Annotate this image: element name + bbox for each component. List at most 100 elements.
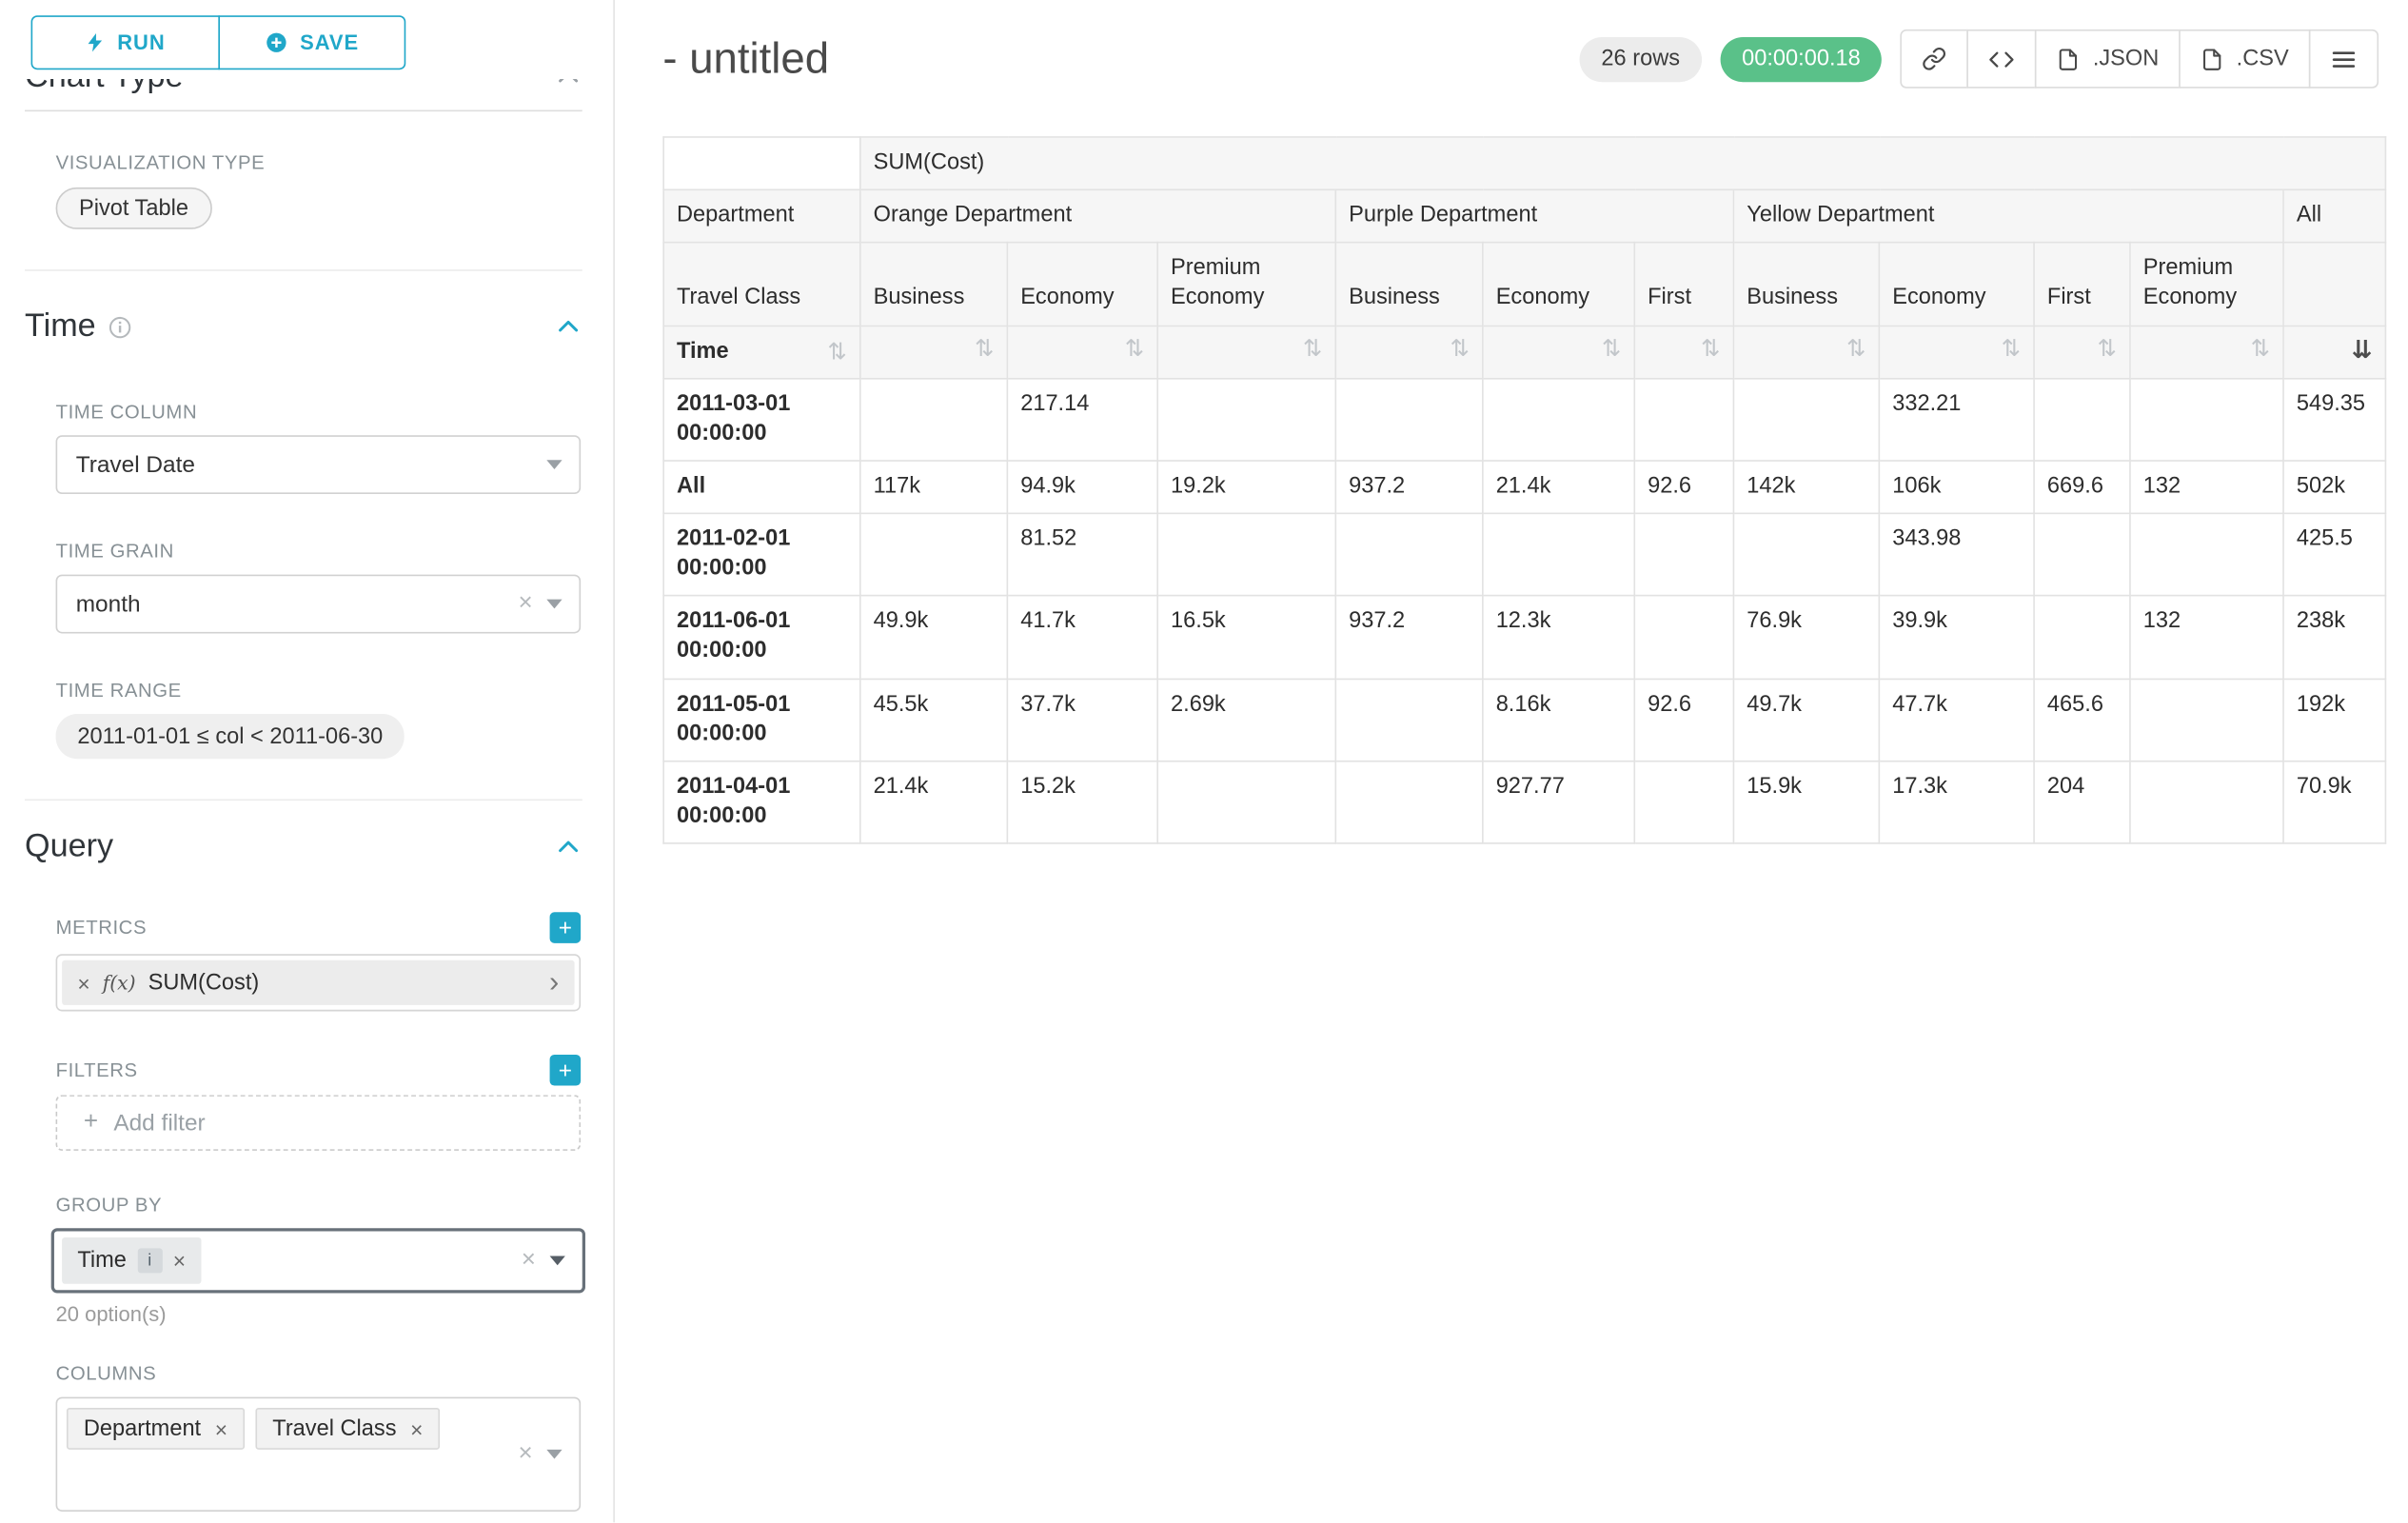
- pivot-time-sort-header[interactable]: Time ⇅: [663, 326, 860, 379]
- query-section-heading[interactable]: Query: [25, 828, 582, 865]
- group-by-chip[interactable]: Time i ×: [62, 1237, 201, 1284]
- sort-toggle-icon[interactable]: ⇅: [1846, 337, 1865, 360]
- chevron-up-icon[interactable]: [554, 833, 582, 860]
- columns-chip[interactable]: Department ×: [67, 1408, 245, 1450]
- sort-toggle-icon[interactable]: ⇅: [1303, 337, 1322, 360]
- pivot-column-sort-header[interactable]: ⇅: [1483, 326, 1634, 379]
- more-options-button[interactable]: [2309, 30, 2378, 89]
- sort-toggle-icon[interactable]: ⇅: [1602, 337, 1621, 360]
- pivot-value-cell: 49.9k: [860, 596, 1008, 679]
- pivot-column-sort-header[interactable]: ⇅: [1007, 326, 1157, 379]
- chevron-up-icon[interactable]: [554, 313, 582, 341]
- sort-toggle-icon[interactable]: ⇅: [2002, 337, 2021, 360]
- export-csv-button[interactable]: .CSV: [2179, 30, 2310, 89]
- pivot-row-header: 2011-05-01 00:00:00: [663, 679, 860, 762]
- remove-chip-icon[interactable]: ×: [410, 1418, 423, 1440]
- pivot-data-row: All117k94.9k19.2k937.221.4k92.6142k106k6…: [663, 461, 2385, 514]
- export-json-button[interactable]: .JSON: [2036, 30, 2181, 89]
- chevron-down-icon[interactable]: [550, 1256, 565, 1266]
- pivot-value-cell: 669.6: [2034, 461, 2130, 514]
- query-heading-label: Query: [25, 828, 113, 865]
- metrics-control[interactable]: × f(x) SUM(Cost) ›: [56, 954, 582, 1011]
- sort-toggle-icon[interactable]: ⇅: [2098, 337, 2117, 360]
- visualization-type-value-label: Pivot Table: [79, 196, 188, 221]
- chevron-up-icon[interactable]: [554, 79, 582, 91]
- chevron-right-icon[interactable]: ›: [549, 968, 559, 998]
- pivot-value-cell: 142k: [1733, 461, 1879, 514]
- pivot-value-cell: [1157, 761, 1335, 843]
- chevron-down-icon[interactable]: [546, 1450, 562, 1459]
- time-range-value-label: 2011-01-01 ≤ col < 2011-06-30: [77, 724, 383, 749]
- add-filter-button[interactable]: + Add filter: [56, 1095, 582, 1151]
- pivot-value-cell: 47.7k: [1879, 679, 2034, 762]
- pivot-value-cell: [2130, 761, 2283, 843]
- row-count-badge: 26 rows: [1580, 36, 1702, 81]
- remove-chip-icon[interactable]: ×: [173, 1250, 186, 1272]
- clear-icon[interactable]: ×: [518, 1442, 532, 1467]
- sort-toggle-icon[interactable]: ⇅: [1125, 337, 1144, 360]
- pivot-column-sort-header[interactable]: ⇅: [2130, 326, 2283, 379]
- pivot-value-cell: 92.6: [1634, 679, 1733, 762]
- chart-type-heading-label: Chart Type: [25, 79, 184, 96]
- columns-select[interactable]: Department × Travel Class × ×: [56, 1397, 582, 1512]
- sort-toggle-icon[interactable]: ⇅: [2251, 337, 2270, 360]
- pivot-column-sort-header[interactable]: ⇅: [1634, 326, 1733, 379]
- pivot-value-cell: 192k: [2283, 679, 2385, 762]
- save-button[interactable]: SAVE: [218, 15, 406, 69]
- pivot-time-label: Time: [677, 337, 729, 366]
- pivot-value-cell: 45.5k: [860, 679, 1008, 762]
- visualization-type-value[interactable]: Pivot Table: [56, 188, 212, 229]
- pivot-column-sort-header[interactable]: ⇅: [1335, 326, 1483, 379]
- sort-desc-icon[interactable]: ⇊: [2352, 337, 2373, 362]
- time-grain-select[interactable]: month ×: [56, 575, 582, 634]
- columns-chip-list: Department × Travel Class ×: [67, 1408, 492, 1450]
- pivot-column-sort-header[interactable]: ⇅: [1879, 326, 2034, 379]
- remove-chip-icon[interactable]: ×: [215, 1418, 227, 1440]
- sort-toggle-icon[interactable]: ⇅: [828, 340, 847, 363]
- view-query-button[interactable]: [1967, 30, 2037, 89]
- pivot-data-row: 2011-04-01 00:00:0021.4k15.2k927.7715.9k…: [663, 761, 2385, 843]
- time-range-value[interactable]: 2011-01-01 ≤ col < 2011-06-30: [56, 714, 405, 759]
- pivot-corner-empty: [663, 137, 860, 190]
- pivot-column-sort-header[interactable]: ⇅: [1733, 326, 1879, 379]
- pivot-column-sort-header[interactable]: ⇅: [2034, 326, 2130, 379]
- sort-toggle-icon[interactable]: ⇅: [1701, 337, 1720, 360]
- run-button[interactable]: RUN: [31, 15, 220, 69]
- pivot-value-cell: 8.16k: [1483, 679, 1634, 762]
- pivot-department-group-header: Orange Department: [860, 190, 1335, 244]
- chevron-down-icon[interactable]: [546, 600, 562, 609]
- pivot-table: SUM(Cost)DepartmentOrange DepartmentPurp…: [662, 136, 2386, 844]
- group-by-label: GROUP BY: [56, 1194, 582, 1216]
- group-by-select[interactable]: Time i × ×: [51, 1228, 585, 1293]
- clear-icon[interactable]: ×: [518, 592, 532, 617]
- clear-icon[interactable]: ×: [522, 1248, 536, 1273]
- pivot-column-sort-header[interactable]: ⇊: [2283, 326, 2385, 379]
- pivot-column-sort-header[interactable]: ⇅: [860, 326, 1008, 379]
- add-metric-button[interactable]: +: [550, 912, 582, 943]
- columns-chip[interactable]: Travel Class ×: [255, 1408, 440, 1450]
- result-header-actions: 26 rows 00:00:00.18 .JSON .CSV: [1580, 30, 2378, 89]
- pivot-value-cell: 132: [2130, 596, 2283, 679]
- chart-type-section-header: Chart Type: [25, 79, 582, 102]
- remove-metric-icon[interactable]: ×: [77, 972, 89, 994]
- pivot-value-cell: [1634, 596, 1733, 679]
- time-column-label: TIME COLUMN: [56, 401, 582, 423]
- pivot-value-cell: 937.2: [1335, 461, 1483, 514]
- pivot-row-header: All: [663, 461, 860, 514]
- pivot-department-group-header: Purple Department: [1335, 190, 1733, 244]
- chevron-down-icon[interactable]: [546, 460, 562, 469]
- metric-chip[interactable]: × f(x) SUM(Cost) ›: [62, 960, 575, 1005]
- pivot-value-cell: 238k: [2283, 596, 2385, 679]
- pivot-value-cell: 94.9k: [1007, 461, 1157, 514]
- time-section-heading[interactable]: Time: [25, 308, 582, 346]
- sort-toggle-icon[interactable]: ⇅: [1451, 337, 1470, 360]
- divider: [25, 269, 582, 271]
- copy-link-button[interactable]: [1901, 30, 1969, 89]
- time-column-select[interactable]: Travel Date: [56, 435, 582, 494]
- pivot-row-header: 2011-03-01 00:00:00: [663, 378, 860, 461]
- sort-toggle-icon[interactable]: ⇅: [975, 337, 994, 360]
- pivot-column-sort-header[interactable]: ⇅: [1157, 326, 1335, 379]
- metrics-label-row: METRICS +: [56, 912, 582, 943]
- result-header: - untitled 26 rows 00:00:00.18 .JSON: [662, 25, 2378, 93]
- add-filter-plus-button[interactable]: +: [550, 1055, 582, 1086]
